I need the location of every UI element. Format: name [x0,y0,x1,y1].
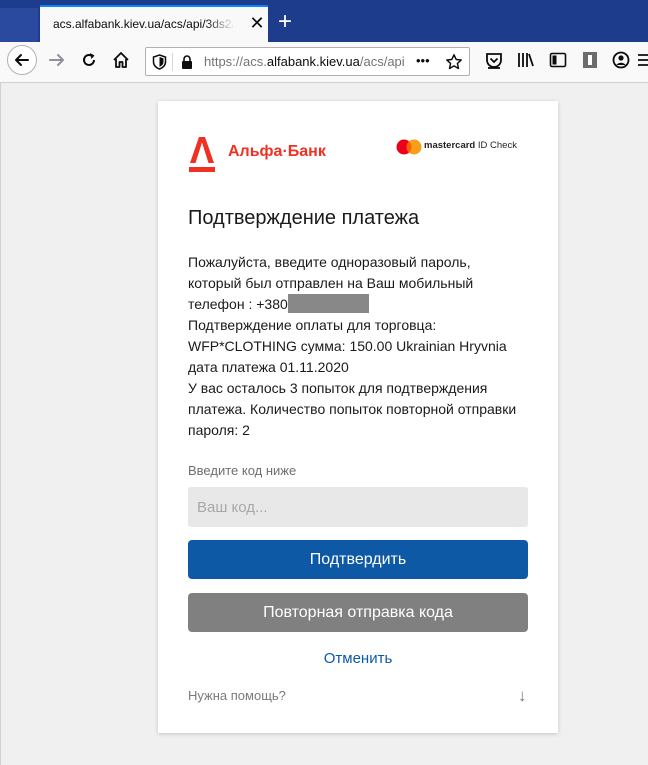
page-actions-button[interactable]: ••• [416,53,430,68]
scheme-name: mastercard [424,140,476,151]
sidebar-icon[interactable] [548,50,568,70]
message-line: Подтверждение оплаты для торговца: [188,317,437,333]
browser-titlebar: acs.alfabank.kiev.ua/acs/api/3ds2/cha ✕ … [0,0,648,42]
challenge-message: Пожалуйста, введите одноразовый пароль, … [188,252,533,441]
resend-code-button[interactable]: Повторная отправка кода [188,593,528,632]
home-icon[interactable] [111,50,131,70]
library-icon[interactable] [516,50,536,70]
phone-redaction [287,294,369,313]
help-link[interactable]: Нужна помощь? [188,688,286,703]
3ds-challenge-card: Альфа·Банк mastercard ID Check Подтвержд… [158,101,558,733]
menu-icon[interactable] [636,50,648,70]
account-icon[interactable] [611,50,631,70]
confirm-button[interactable]: Подтвердить [188,540,528,579]
message-line: дата платежа 01.11.2020 [188,359,349,375]
address-bar-separator [172,53,173,71]
message-line: У вас осталось 3 попыток для подтвержден… [188,380,488,396]
new-tab-button[interactable]: + [273,10,297,34]
url-domain: alfabank.kiev.ua [266,54,360,69]
id-check-label: mastercard ID Check [424,140,517,151]
bank-brand-name: Альфа·Банк [228,143,326,160]
code-field-label: Введите код ниже [188,463,297,478]
extension-icon[interactable] [580,50,600,70]
tab-close-icon[interactable]: ✕ [247,13,267,33]
url-text[interactable]: https://acs.alfabank.kiev.ua/acs/api [204,54,409,69]
message-line: пароля: 2 [188,422,250,438]
back-icon [15,54,29,66]
forward-icon[interactable] [47,50,67,70]
back-button[interactable] [7,45,37,75]
pocket-icon[interactable] [484,50,504,70]
cancel-link[interactable]: Отменить [188,650,528,667]
url-prefix: https://acs. [204,54,267,69]
expand-arrow-icon[interactable]: ↓ [518,686,527,706]
message-line: Пожалуйста, введите одноразовый пароль, [188,254,471,270]
lock-icon[interactable] [180,54,194,70]
url-path: /acs/api [359,54,405,69]
address-bar[interactable]: https://acs.alfabank.kiev.ua/acs/api ••• [145,47,470,76]
phone-prefix: телефон : +380 [188,296,288,312]
navigation-toolbar: https://acs.alfabank.kiev.ua/acs/api ••• [0,42,648,83]
shield-icon[interactable] [152,54,167,70]
message-line-phone: телефон : +380 [188,294,533,315]
otp-code-input[interactable] [188,487,528,527]
message-line: который был отправлен на Ваш мобильный [188,275,474,291]
tab-title-fade [205,13,235,35]
tab-strip-start [0,8,38,42]
browser-tab[interactable]: acs.alfabank.kiev.ua/acs/api/3ds2/cha ✕ [40,5,268,42]
scheme-product: ID Check [475,140,517,151]
message-line: WFP*CLOTHING сумма: 150.00 Ukrainian Hry… [188,338,507,354]
message-line: платежа. Количество попыток повторной от… [188,401,517,417]
page-title: Подтверждение платежа [188,207,420,229]
mastercard-logo-icon [396,139,422,155]
reload-icon[interactable] [79,50,99,70]
bookmark-star-icon[interactable] [445,53,463,71]
alfa-bank-logo-icon [189,137,215,172]
